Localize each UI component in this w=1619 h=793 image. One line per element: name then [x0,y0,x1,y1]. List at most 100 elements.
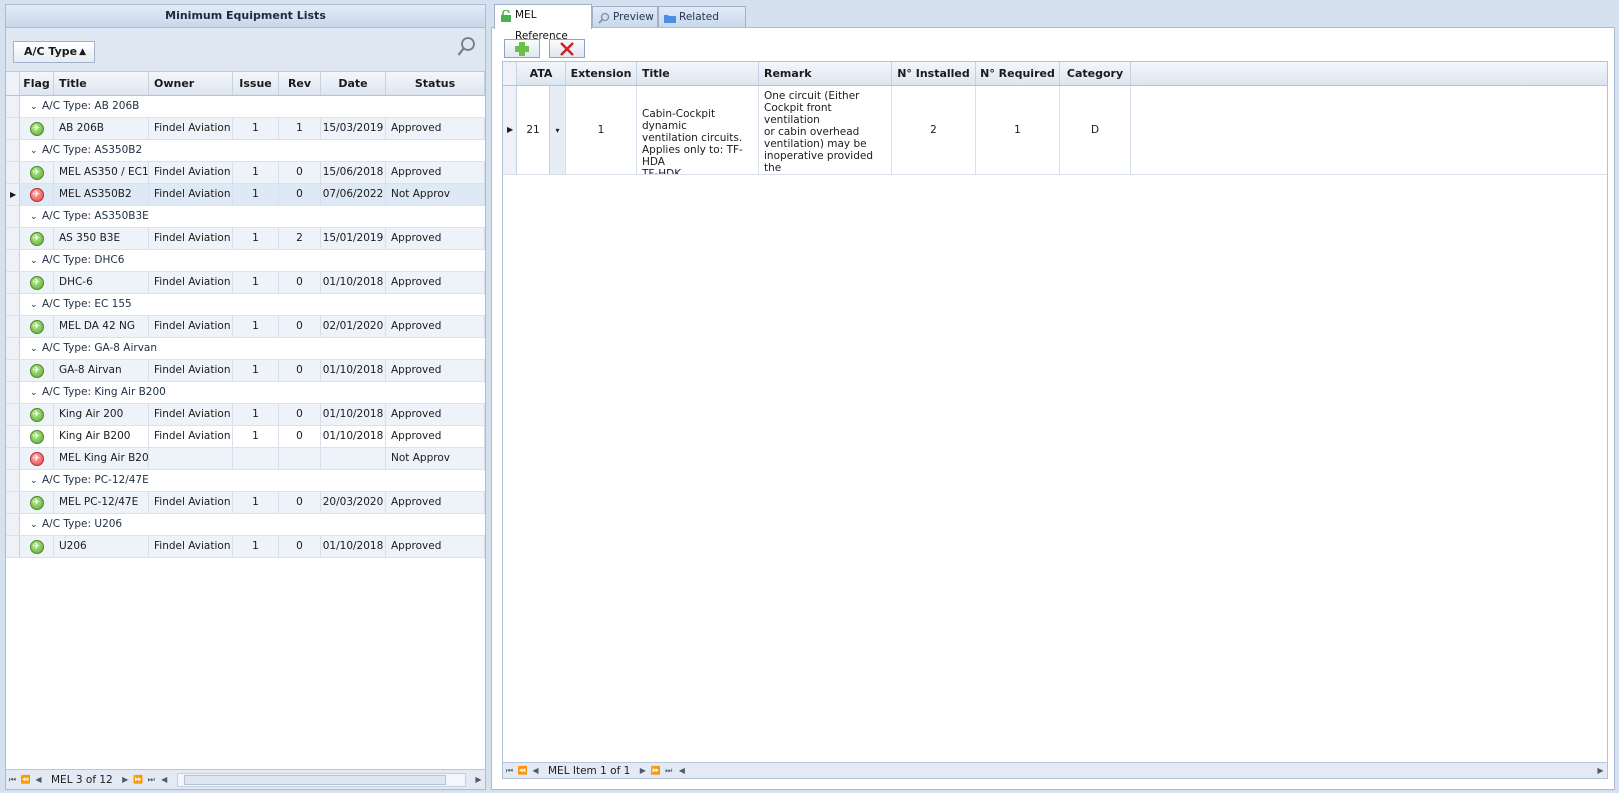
date-cell[interactable]: 20/03/2020 [321,492,386,513]
owner-cell[interactable]: Findel Aviation [149,536,233,557]
tab-related-files[interactable]: Related Files [658,6,746,44]
flag-cell[interactable] [20,448,54,469]
date-cell[interactable]: 02/01/2020 [321,316,386,337]
table-row[interactable]: King Air 200Findel Aviation1001/10/2018A… [6,404,485,426]
column-header-remark[interactable]: Remark [759,62,892,85]
column-header-ata[interactable]: ATA [517,62,566,85]
owner-cell[interactable]: Findel Aviation [149,360,233,381]
ata-cell[interactable]: 21 ▾ [517,86,566,174]
group-row[interactable]: ⌄ A/C Type: PC-12/47E [6,470,485,492]
installed-cell[interactable]: 2 [892,86,976,174]
group-by-ac-type-button[interactable]: A/C Type ▲ [13,41,95,63]
flag-cell[interactable] [20,536,54,557]
issue-cell[interactable]: 1 [233,536,279,557]
search-icon[interactable] [457,36,477,58]
remark-cell[interactable]: One circuit (Either Cockpit front ventil… [759,86,892,174]
next-record-icon[interactable]: ▶ [119,775,132,784]
owner-cell[interactable]: Findel Aviation [149,118,233,139]
chevron-down-icon[interactable]: ⌄ [30,339,42,360]
title-cell[interactable]: MEL AS350B2 [54,184,149,205]
column-header-flag[interactable]: Flag [20,72,54,95]
date-cell[interactable]: 15/03/2019 [321,118,386,139]
status-cell[interactable]: Approved [386,316,485,337]
rev-cell[interactable]: 0 [279,184,321,205]
issue-cell[interactable]: 1 [233,184,279,205]
group-row[interactable]: ⌄ A/C Type: AB 206B [6,96,485,118]
last-record-icon[interactable]: ⏭ [145,775,158,785]
column-header-status[interactable]: Status [386,72,485,95]
chevron-down-icon[interactable]: ⌄ [30,141,42,162]
table-row[interactable]: ▶ MEL AS350B2Findel Aviation1007/06/2022N… [6,184,485,206]
column-header-required[interactable]: N° Required [976,62,1060,85]
tab-preview[interactable]: Preview [592,6,658,29]
status-cell[interactable]: Approved [386,426,485,447]
table-row[interactable]: U206Findel Aviation1001/10/2018Approved [6,536,485,558]
date-cell[interactable]: 01/10/2018 [321,536,386,557]
last-record-icon[interactable]: ⏭ [662,766,675,776]
column-header-rev[interactable]: Rev [279,72,321,95]
flag-cell[interactable] [20,426,54,447]
rev-cell[interactable]: 0 [279,492,321,513]
chevron-down-icon[interactable]: ⌄ [30,97,42,118]
status-cell[interactable]: Not Approv [386,184,485,205]
table-row[interactable]: MEL King Air B200 Not Approv [6,448,485,470]
status-cell[interactable]: Approved [386,162,485,183]
chevron-down-icon[interactable]: ⌄ [30,383,42,404]
column-header-date[interactable]: Date [321,72,386,95]
group-row[interactable]: ⌄ A/C Type: EC 155 [6,294,485,316]
previous-page-icon[interactable]: ⏪ [516,766,529,775]
flag-cell[interactable] [20,360,54,381]
flag-cell[interactable] [20,184,54,205]
rev-cell[interactable]: 0 [279,404,321,425]
table-row[interactable]: GA-8 AirvanFindel Aviation1001/10/2018Ap… [6,360,485,382]
first-record-icon[interactable]: ⏮ [503,766,516,776]
title-cell[interactable]: AB 206B [54,118,149,139]
status-cell[interactable]: Not Approv [386,448,485,469]
table-row[interactable]: MEL AS350 / EC1...Findel Aviation1015/06… [6,162,485,184]
date-cell[interactable]: 01/10/2018 [321,404,386,425]
status-cell[interactable]: Approved [386,492,485,513]
date-cell[interactable]: 15/01/2019 [321,228,386,249]
horizontal-scrollbar[interactable] [176,772,466,787]
previous-page-icon[interactable]: ⏪ [19,775,32,784]
flag-cell[interactable] [20,162,54,183]
owner-cell[interactable] [149,448,233,469]
status-cell[interactable]: Approved [386,118,485,139]
rev-cell[interactable]: 0 [279,272,321,293]
status-cell[interactable]: Approved [386,228,485,249]
column-header-title[interactable]: Title [637,62,759,85]
owner-cell[interactable]: Findel Aviation [149,426,233,447]
issue-cell[interactable]: 1 [233,118,279,139]
column-header-category[interactable]: Category [1060,62,1131,85]
column-header-extension[interactable]: Extension [566,62,637,85]
issue-cell[interactable]: 1 [233,426,279,447]
owner-cell[interactable]: Findel Aviation [149,272,233,293]
scroll-right-icon[interactable]: ▶ [1594,766,1607,775]
status-cell[interactable]: Approved [386,404,485,425]
rev-cell[interactable]: 0 [279,316,321,337]
group-row[interactable]: ⌄ A/C Type: DHC6 [6,250,485,272]
title-cell[interactable]: MEL AS350 / EC1... [54,162,149,183]
table-row[interactable]: King Air B200Findel Aviation1001/10/2018… [6,426,485,448]
group-row[interactable]: ⌄ A/C Type: U206 [6,514,485,536]
chevron-down-icon[interactable]: ⌄ [30,471,42,492]
owner-cell[interactable]: Findel Aviation [149,184,233,205]
issue-cell[interactable]: 1 [233,316,279,337]
table-row[interactable]: ▶ 21 ▾ 1 Cabin-Cockpit dynamic ventilati… [503,86,1607,175]
issue-cell[interactable]: 1 [233,162,279,183]
flag-cell[interactable] [20,272,54,293]
title-cell[interactable]: DHC-6 [54,272,149,293]
required-cell[interactable]: 1 [976,86,1060,174]
title-cell[interactable]: AS 350 B3E [54,228,149,249]
scroll-left-icon[interactable]: ◀ [675,766,688,775]
owner-cell[interactable]: Findel Aviation [149,228,233,249]
issue-cell[interactable]: 1 [233,360,279,381]
previous-record-icon[interactable]: ◀ [32,775,45,784]
rev-cell[interactable]: 0 [279,360,321,381]
issue-cell[interactable]: 1 [233,492,279,513]
date-cell[interactable]: 07/06/2022 [321,184,386,205]
flag-cell[interactable] [20,404,54,425]
date-cell[interactable]: 01/10/2018 [321,360,386,381]
title-cell[interactable]: U206 [54,536,149,557]
table-row[interactable]: AS 350 B3EFindel Aviation1215/01/2019App… [6,228,485,250]
